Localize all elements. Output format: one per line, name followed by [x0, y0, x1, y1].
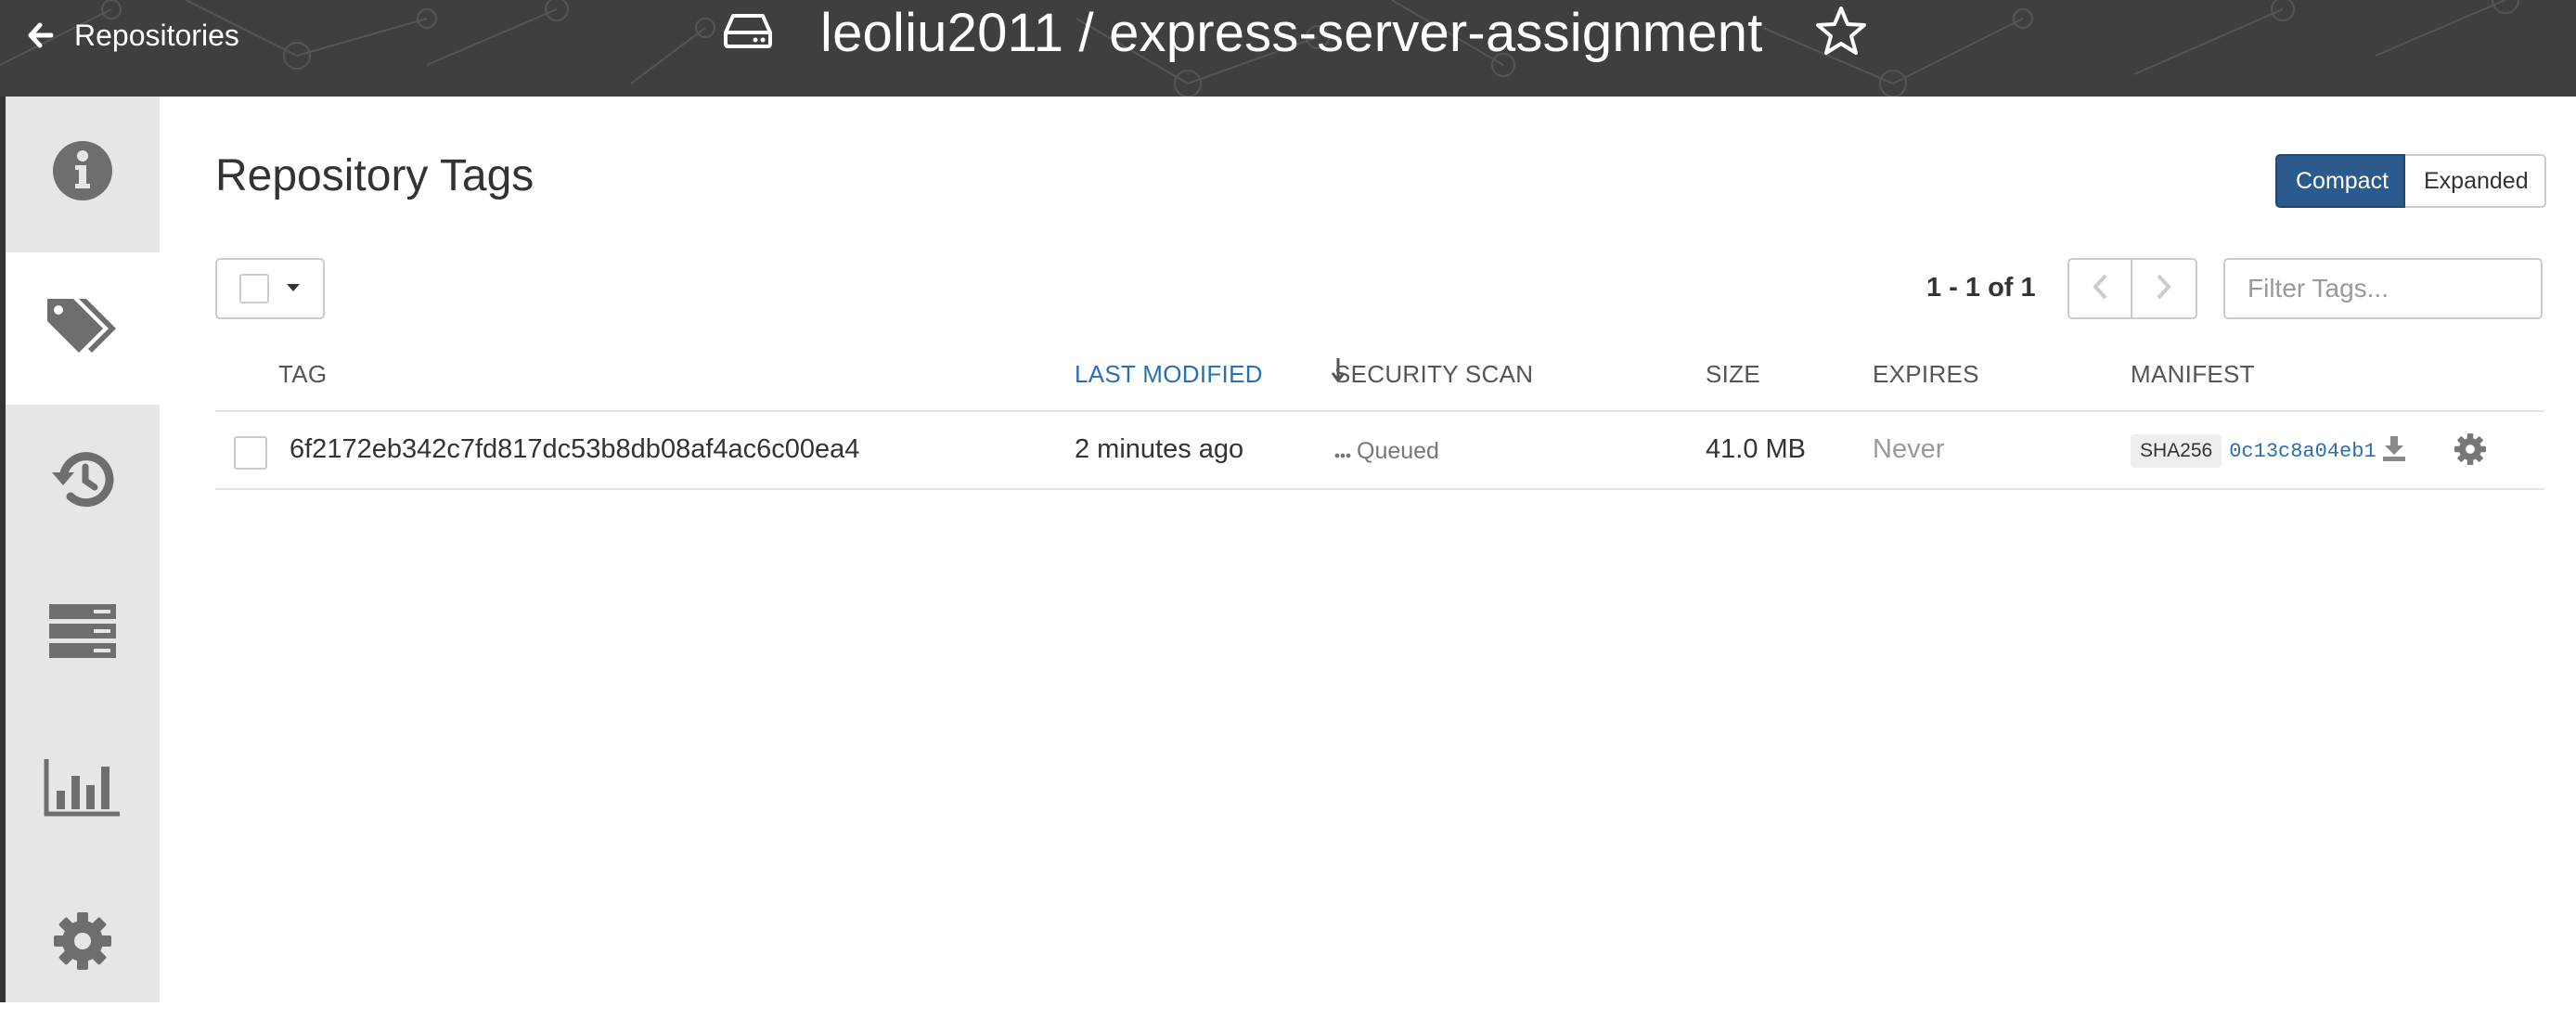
sidebar-item-usage-logs[interactable] [6, 713, 160, 865]
next-page-button[interactable] [2132, 258, 2197, 319]
view-mode-toggle: Compact Expanded [2275, 154, 2546, 208]
column-header-last-modified[interactable]: LAST MODIFIED [1075, 360, 1263, 389]
builds-icon [47, 602, 118, 664]
star-icon[interactable] [1815, 6, 1867, 60]
bar-chart-icon [44, 757, 122, 821]
repository-sidebar [0, 97, 160, 1002]
info-icon [52, 140, 113, 206]
hard-drive-icon [724, 12, 772, 54]
previous-page-button[interactable] [2067, 258, 2132, 319]
column-header-security-scan[interactable]: SECURITY SCAN [1334, 360, 1533, 389]
sidebar-item-builds[interactable] [6, 557, 160, 709]
tag-name[interactable]: 6f2172eb342c7fd817dc53b8db08af4ac6c00ea4 [290, 434, 859, 465]
expanded-view-button[interactable]: Expanded [2405, 154, 2546, 208]
security-scan-label: Queued [1357, 438, 1439, 464]
repository-name: leoliu2011 / express-server-assignment [820, 2, 1763, 63]
chevron-right-icon [2156, 273, 2172, 305]
repository-title: leoliu2011 / express-server-assignment [724, 2, 1867, 63]
gear-icon [52, 910, 113, 976]
manifest-algorithm-badge: SHA256 [2131, 434, 2222, 468]
security-scan-status[interactable]: Queued [1334, 438, 1439, 465]
filter-tags-input[interactable] [2223, 258, 2543, 319]
manifest-digest-link[interactable]: 0c13c8a04eb1 [2229, 440, 2376, 463]
manifest-digest: SHA256 0c13c8a04eb1 [2131, 434, 2376, 468]
row-checkbox[interactable] [234, 436, 267, 470]
expires-value[interactable]: Never [1873, 434, 1944, 465]
compact-view-button[interactable]: Compact [2275, 154, 2405, 208]
history-icon [50, 448, 115, 514]
back-link-label: Repositories [74, 18, 239, 52]
sidebar-item-history[interactable] [6, 405, 160, 557]
sidebar-item-tags[interactable] [6, 252, 160, 405]
column-header-tag[interactable]: TAG [278, 360, 327, 389]
sidebar-item-information[interactable] [6, 97, 160, 249]
size-value: 41.0 MB [1706, 434, 1806, 464]
chevron-left-icon [2092, 273, 2108, 305]
tags-icon [45, 295, 120, 363]
tag-options-gear-icon[interactable] [2454, 432, 2487, 471]
main-content: Repository Tags Compact Expanded 1 - 1 o… [160, 97, 2576, 1002]
ellipsis-icon [1334, 438, 1351, 465]
column-header-expires[interactable]: EXPIRES [1873, 360, 1979, 389]
caret-down-icon [286, 280, 301, 297]
arrow-left-icon [26, 21, 54, 49]
column-header-manifest[interactable]: MANIFEST [2131, 360, 2255, 389]
pagination-summary: 1 - 1 of 1 [1926, 273, 2036, 303]
page-title: Repository Tags [215, 151, 535, 200]
tags-table-header: TAG LAST MODIFIED SECURITY SCAN SIZE EXP… [215, 332, 2544, 412]
pagination-controls [2067, 258, 2197, 319]
select-all-dropdown[interactable] [215, 258, 325, 319]
sidebar-item-settings[interactable] [6, 867, 160, 1019]
download-icon[interactable] [2381, 434, 2407, 467]
app-header: Repositories leoliu2011 / express-server… [0, 0, 2576, 97]
last-modified-value: 2 minutes ago [1075, 434, 1244, 464]
table-row: 6f2172eb342c7fd817dc53b8db08af4ac6c00ea4… [215, 412, 2544, 490]
column-header-size[interactable]: SIZE [1706, 360, 1760, 389]
select-all-checkbox[interactable] [239, 274, 269, 303]
back-to-repositories-link[interactable]: Repositories [26, 13, 239, 58]
